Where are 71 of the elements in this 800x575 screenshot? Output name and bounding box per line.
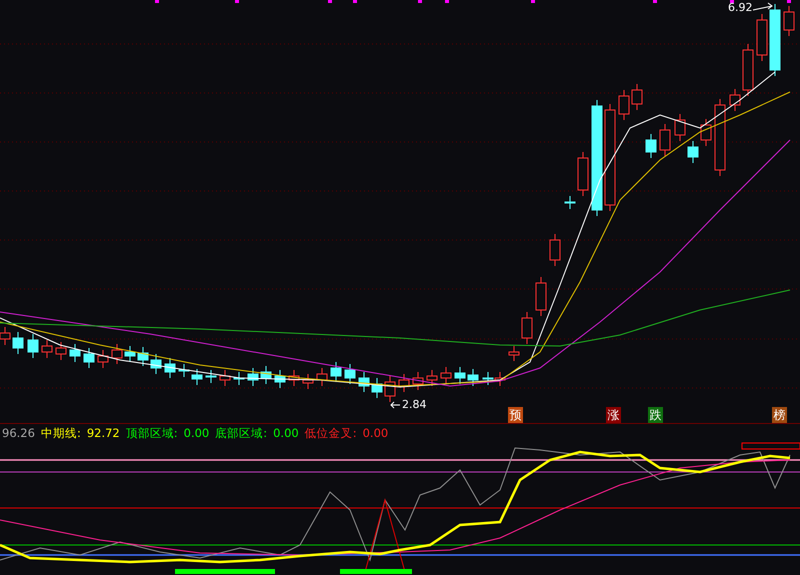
legend-label: 中期线:: [40, 426, 81, 440]
signal-badge: 跌: [648, 407, 663, 423]
candlestick: [550, 234, 560, 266]
candlestick: [742, 44, 754, 96]
signal-badge: 涨: [606, 407, 621, 423]
candlestick: [536, 276, 546, 316]
candlestick: [70, 344, 80, 362]
legend-value: 0.00: [273, 426, 299, 440]
candlestick: [564, 196, 576, 210]
candlestick: [384, 376, 396, 402]
candlestick: [56, 342, 66, 360]
candlestick: [756, 14, 768, 62]
legend-value: 0.00: [362, 426, 388, 440]
candlestick: [344, 364, 356, 384]
candlestick: [700, 118, 712, 146]
candlestick: [440, 366, 452, 384]
signal-badge: 榜: [772, 407, 787, 423]
low-price-label: 2.84: [402, 398, 426, 411]
candlestick: [454, 366, 466, 384]
candlestick: [42, 340, 52, 358]
candlestick: [138, 346, 148, 366]
legend-value: 96.26: [2, 426, 35, 440]
candlestick: [632, 84, 642, 110]
candlestick: [274, 370, 286, 388]
candlestick: [674, 114, 686, 142]
candlestick: [206, 370, 216, 384]
candlestick: [260, 366, 272, 384]
legend-label: 低位金叉:: [304, 426, 357, 440]
signal-box: [742, 442, 800, 450]
legend-value: 92.72: [86, 426, 120, 440]
candlestick: [164, 358, 176, 378]
candlestick: [288, 370, 300, 386]
candlestick: [178, 364, 190, 378]
candlestick: [234, 372, 244, 386]
candlestick: [98, 350, 108, 368]
candlestick: [358, 372, 370, 392]
candlestick: [482, 372, 494, 386]
candlestick: [468, 368, 478, 386]
candlestick: [220, 370, 230, 386]
signal-badge: 预: [508, 407, 523, 423]
candlestick: [84, 348, 94, 368]
candlestick: [398, 374, 410, 392]
candlestick: [28, 334, 38, 358]
candlestick: [372, 378, 382, 398]
candlestick: [646, 134, 656, 158]
legend-label: 顶部区域:: [126, 426, 178, 440]
candlestick: [784, 6, 794, 36]
candlestick: [494, 372, 506, 386]
candlestick: [508, 346, 520, 362]
candlestick: [578, 152, 588, 196]
candlestick: [12, 332, 24, 354]
candlestick: [248, 368, 258, 386]
candlestick: [302, 374, 314, 390]
candlestick: [192, 368, 202, 386]
legend-label: 底部区域:: [215, 426, 268, 440]
candlestick: [688, 140, 698, 164]
candlestick: [150, 354, 162, 374]
candlestick: [618, 90, 630, 120]
legend-value: 0.00: [184, 426, 210, 440]
candlestick: [316, 368, 328, 386]
candlestick: [660, 124, 670, 156]
candlestick: [730, 88, 740, 112]
high-arrow-icon: [752, 2, 773, 10]
candlestick: [330, 362, 342, 382]
candlestick: [124, 346, 136, 362]
candlestick: [112, 344, 122, 364]
candlestick: [522, 312, 532, 344]
high-price-label: 6.92: [728, 1, 752, 14]
low-arrow-icon: [390, 402, 400, 408]
candlestick: [426, 370, 438, 386]
candlestick: [412, 372, 424, 390]
